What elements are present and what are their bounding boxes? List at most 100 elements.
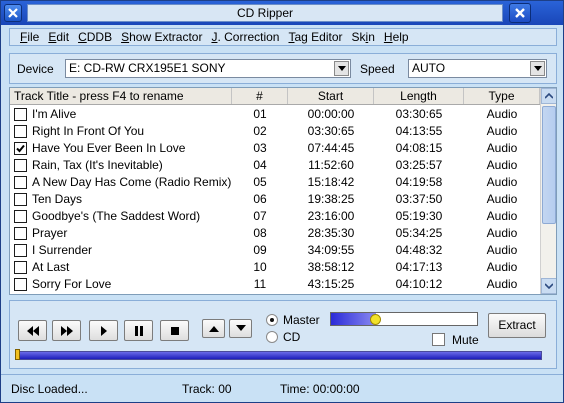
track-title: I'm Alive bbox=[32, 107, 77, 121]
status-track: Track: 00 bbox=[182, 382, 232, 396]
scroll-down-icon[interactable] bbox=[541, 278, 556, 294]
track-checkbox[interactable] bbox=[14, 125, 27, 138]
column-header-number[interactable]: # bbox=[232, 88, 288, 104]
column-header-title[interactable]: Track Title - press F4 to rename bbox=[10, 88, 232, 104]
column-header-start[interactable]: Start bbox=[288, 88, 374, 104]
track-row[interactable]: I'm Alive 01 00:00:00 03:30:65 Audio bbox=[10, 106, 540, 123]
pause-icon[interactable] bbox=[124, 320, 153, 341]
player-controls: Master CD 31 % Mute Extract bbox=[9, 300, 557, 369]
track-length: 03:37:50 bbox=[395, 192, 443, 206]
vertical-scrollbar[interactable] bbox=[540, 88, 556, 294]
menu-show-extractor[interactable]: Show Extractor bbox=[121, 30, 202, 44]
source-master-radio[interactable] bbox=[266, 314, 278, 326]
chevron-down-icon[interactable] bbox=[334, 61, 349, 76]
track-type: Audio bbox=[486, 124, 518, 138]
menu-edit[interactable]: Edit bbox=[48, 30, 69, 44]
track-length: 04:13:55 bbox=[395, 124, 443, 138]
menu-bar: File Edit CDDB Show Extractor J. Correct… bbox=[9, 28, 557, 46]
app-icon[interactable] bbox=[4, 4, 22, 22]
eject-icon[interactable] bbox=[202, 319, 225, 338]
column-header-length[interactable]: Length bbox=[374, 88, 464, 104]
scroll-up-icon[interactable] bbox=[541, 88, 556, 104]
track-title: I Surrender bbox=[32, 243, 93, 257]
track-start: 15:18:42 bbox=[307, 175, 355, 189]
track-length: 04:19:58 bbox=[395, 175, 443, 189]
menu-help[interactable]: Help bbox=[384, 30, 409, 44]
device-panel: Device E: CD-RW CRX195E1 SONY Speed AUTO bbox=[9, 53, 557, 84]
track-length: 04:48:32 bbox=[395, 243, 443, 257]
track-checkbox[interactable] bbox=[14, 278, 27, 291]
track-checkbox[interactable] bbox=[14, 159, 27, 172]
chevron-down-icon[interactable] bbox=[530, 61, 545, 76]
track-row[interactable]: A New Day Has Come (Radio Remix) 05 15:18:… bbox=[10, 174, 540, 191]
track-checkbox[interactable] bbox=[14, 176, 27, 189]
track-number: 04 bbox=[253, 158, 267, 172]
menu-tag-editor[interactable]: Tag Editor bbox=[288, 30, 342, 44]
track-number: 10 bbox=[253, 260, 267, 274]
track-type: Audio bbox=[486, 209, 518, 223]
track-start: 19:38:25 bbox=[307, 192, 355, 206]
track-row[interactable]: I Surrender 09 34:09:55 04:48:32 Audio bbox=[10, 242, 540, 259]
rewind-icon[interactable] bbox=[18, 320, 47, 341]
track-checkbox[interactable] bbox=[14, 108, 27, 121]
track-row[interactable]: Goodbye's (The Saddest Word) 07 23:16:00 05… bbox=[10, 208, 540, 225]
track-row[interactable]: Have You Ever Been In Love 03 07:44:45 04:0… bbox=[10, 140, 540, 157]
volume-knob[interactable] bbox=[370, 314, 381, 325]
track-row[interactable]: At Last 10 38:58:12 04:17:13 Audio bbox=[10, 259, 540, 276]
track-number: 01 bbox=[253, 107, 267, 121]
title-bar[interactable]: CD Ripper bbox=[1, 1, 563, 25]
track-start: 43:15:25 bbox=[307, 277, 355, 291]
track-start: 11:52:60 bbox=[308, 158, 354, 172]
menu-file[interactable]: File bbox=[20, 30, 39, 44]
cd-ripper-window: CD Ripper File Edit CDDB Show Extractor … bbox=[0, 0, 564, 403]
menu-skin[interactable]: Skin bbox=[352, 30, 375, 44]
extract-button[interactable]: Extract bbox=[488, 313, 546, 338]
speed-select[interactable]: AUTO bbox=[408, 59, 547, 78]
column-header-type[interactable]: Type bbox=[464, 88, 540, 104]
checkmark-icon bbox=[16, 144, 25, 153]
track-number: 09 bbox=[253, 243, 267, 257]
track-length: 05:34:25 bbox=[395, 226, 443, 240]
track-number: 02 bbox=[253, 124, 267, 138]
mute-checkbox[interactable] bbox=[432, 333, 445, 346]
track-title: At Last bbox=[32, 260, 70, 274]
track-row[interactable]: Prayer 08 28:35:30 05:34:25 Audio bbox=[10, 225, 540, 242]
track-title: Goodbye's (The Saddest Word) bbox=[32, 209, 201, 223]
track-type: Audio bbox=[486, 260, 518, 274]
track-checkbox[interactable] bbox=[14, 244, 27, 257]
track-length: 04:10:12 bbox=[395, 277, 443, 291]
status-time: Time: 00:00:00 bbox=[280, 382, 360, 396]
stop-icon[interactable] bbox=[160, 320, 189, 341]
device-label: Device bbox=[17, 62, 54, 76]
track-checkbox[interactable] bbox=[14, 193, 27, 206]
menu-cddb[interactable]: CDDB bbox=[78, 30, 112, 44]
track-title: Sorry For Love bbox=[32, 277, 112, 291]
source-cd-radio[interactable] bbox=[266, 331, 278, 343]
playback-progress-bar[interactable] bbox=[15, 351, 542, 360]
volume-slider[interactable]: 31 % bbox=[330, 312, 478, 326]
track-row[interactable]: Right In Front Of You 02 03:30:65 04:13:55 A… bbox=[10, 123, 540, 140]
track-checkbox[interactable] bbox=[14, 210, 27, 223]
track-row[interactable]: Sorry For Love 11 43:15:25 04:10:12 Audio bbox=[10, 276, 540, 293]
close-icon[interactable] bbox=[509, 3, 531, 23]
playback-progress-thumb[interactable] bbox=[15, 349, 20, 360]
track-checkbox[interactable] bbox=[14, 227, 27, 240]
menu-j-correction[interactable]: J. Correction bbox=[211, 30, 279, 44]
next-disc-icon[interactable] bbox=[229, 319, 252, 338]
play-icon[interactable] bbox=[89, 320, 118, 341]
track-row[interactable]: Rain, Tax (It's Inevitable) 04 11:52:60 03:… bbox=[10, 157, 540, 174]
track-start: 07:44:45 bbox=[307, 141, 355, 155]
status-bar: Disc Loaded... Track: 00 Time: 00:00:00 bbox=[1, 374, 563, 402]
device-select[interactable]: E: CD-RW CRX195E1 SONY bbox=[65, 59, 351, 78]
track-checkbox[interactable] bbox=[14, 142, 27, 155]
track-start: 34:09:55 bbox=[307, 243, 355, 257]
track-length: 04:17:13 bbox=[395, 260, 443, 274]
scrollbar-thumb[interactable] bbox=[542, 106, 556, 224]
track-checkbox[interactable] bbox=[14, 261, 27, 274]
fast-forward-icon[interactable] bbox=[52, 320, 81, 341]
track-row[interactable]: Ten Days 06 19:38:25 03:37:50 Audio bbox=[10, 191, 540, 208]
track-start: 38:58:12 bbox=[307, 260, 355, 274]
track-title: Rain, Tax (It's Inevitable) bbox=[32, 158, 163, 172]
track-title: A New Day Has Come (Radio Remix) bbox=[32, 175, 232, 189]
speed-value: AUTO bbox=[412, 61, 446, 75]
